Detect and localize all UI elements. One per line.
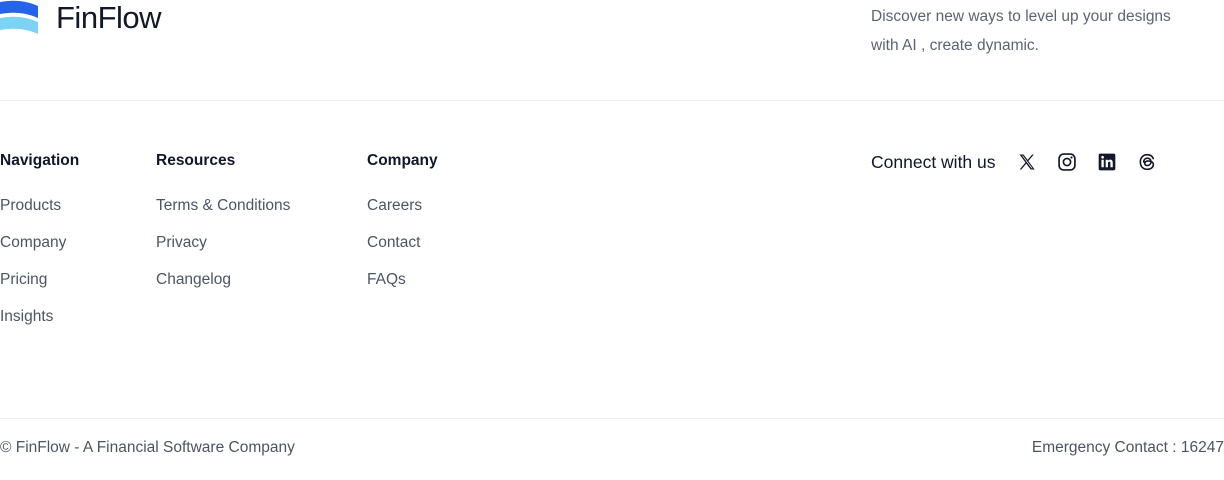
linkedin-icon[interactable]: [1096, 151, 1118, 173]
threads-icon[interactable]: [1136, 151, 1158, 173]
resources-link-terms[interactable]: Terms & Conditions: [156, 197, 290, 214]
company-title: Company: [367, 152, 438, 169]
nav-link-insights[interactable]: Insights: [0, 308, 53, 325]
footer-tagline: Discover new ways to level up your desig…: [871, 8, 1171, 54]
resources-link-privacy[interactable]: Privacy: [156, 234, 207, 251]
navigation-title: Navigation: [0, 152, 80, 169]
top-divider: [0, 100, 1224, 101]
company-link-careers[interactable]: Careers: [367, 197, 422, 214]
resources-link-changelog[interactable]: Changelog: [156, 271, 231, 288]
company-link-faqs[interactable]: FAQs: [367, 271, 406, 288]
bottom-divider: [0, 418, 1224, 419]
company-link-contact[interactable]: Contact: [367, 234, 420, 251]
nav-link-company[interactable]: Company: [0, 234, 66, 251]
resources-column: Resources Terms & Conditions Privacy Cha…: [156, 150, 290, 306]
nav-link-products[interactable]: Products: [0, 197, 61, 214]
company-column: Company Careers Contact FAQs: [367, 150, 438, 306]
x-icon[interactable]: [1016, 151, 1038, 173]
site-footer: FinFlow Discover new ways to level up yo…: [0, 0, 1224, 480]
copyright-text: © FinFlow - A Financial Software Company: [0, 439, 295, 456]
navigation-column: Navigation Products Company Pricing Insi…: [0, 150, 79, 343]
finflow-logo-icon: [0, 0, 38, 34]
brand-name: FinFlow: [56, 0, 162, 35]
resources-title: Resources: [156, 152, 236, 169]
instagram-icon[interactable]: [1056, 151, 1078, 173]
emergency-contact: Emergency Contact : 16247: [1031, 439, 1224, 456]
nav-link-pricing[interactable]: Pricing: [0, 271, 47, 288]
brand[interactable]: FinFlow: [0, 0, 162, 40]
connect-label: Connect with us: [871, 151, 996, 172]
connect-section: Connect with us: [871, 150, 1176, 174]
